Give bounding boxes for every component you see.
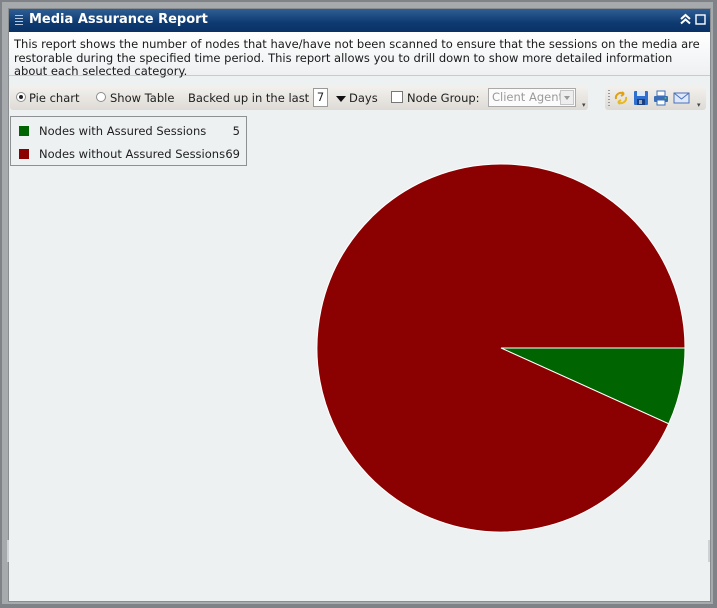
resize-handle-right[interactable] — [708, 540, 710, 562]
pie-slice-not-assured[interactable] — [316, 163, 686, 533]
pie-chart — [316, 163, 686, 533]
resize-handle-left[interactable] — [7, 540, 9, 562]
